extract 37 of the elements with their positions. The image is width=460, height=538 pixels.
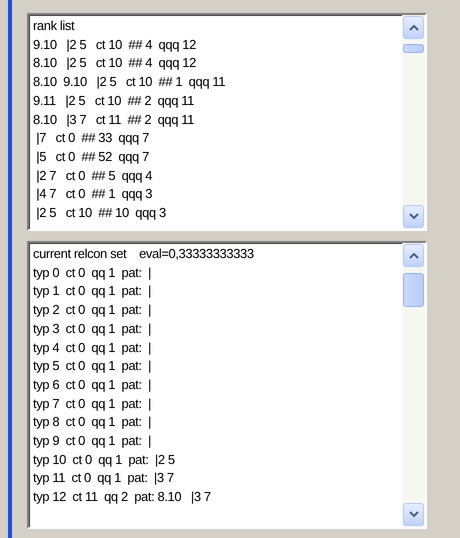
list-line[interactable]: typ 2 ct 0 qq 1 pat: |: [33, 301, 151, 320]
scroll-thumb[interactable]: [403, 273, 424, 307]
chevron-up-icon: [408, 252, 418, 259]
list-line[interactable]: 9.11 |2 5 ct 10 ## 2 qqq 11: [33, 92, 194, 111]
list-line[interactable]: typ 10 ct 0 qq 1 pat: |2 5: [33, 450, 175, 470]
chevron-up-icon: [408, 24, 418, 31]
list-line[interactable]: 8.10 |2 5 ct 10 ## 4 qqq 12: [33, 54, 196, 74]
scroll-down-button[interactable]: [403, 205, 424, 228]
scroll-thumb[interactable]: [403, 44, 424, 53]
scroll-up-button[interactable]: [403, 244, 424, 267]
list-line[interactable]: typ 3 ct 0 qq 1 pat: |: [33, 320, 151, 339]
list-line[interactable]: typ 6 ct 0 qq 1 pat: |: [33, 376, 151, 395]
scrollbar[interactable]: [402, 243, 425, 527]
list-line[interactable]: |2 7 ct 0 ## 5 qqq 4: [33, 166, 152, 186]
list-line[interactable]: typ 4 ct 0 qq 1 pat: |: [33, 338, 151, 358]
list-line[interactable]: typ 7 ct 0 qq 1 pat: |: [33, 394, 151, 414]
chevron-down-icon: [408, 213, 418, 220]
list-line[interactable]: 8.10 |3 7 ct 11 ## 2 qqq 11: [33, 110, 194, 130]
scroll-up-button[interactable]: [403, 16, 424, 39]
list-line[interactable]: typ 12 ct 11 qq 2 pat: 8.10 |3 7: [33, 488, 211, 507]
scrollbar[interactable]: [402, 15, 425, 229]
list-line[interactable]: typ 11 ct 0 qq 1 pat: |3 7: [33, 469, 174, 488]
list-line[interactable]: typ 8 ct 0 qq 1 pat: |: [33, 413, 151, 432]
list-line[interactable]: |7 ct 0 ## 33 qqq 7: [33, 129, 149, 148]
list-line[interactable]: current relcon set eval=0,33333333333: [33, 245, 254, 264]
list-line[interactable]: |5 ct 0 ## 52 qqq 7: [33, 148, 149, 167]
list-line[interactable]: |2 5 ct 10 ## 10 qqq 3: [33, 204, 166, 223]
scroll-down-button[interactable]: [403, 503, 424, 526]
list-line[interactable]: typ 5 ct 0 qq 1 pat: |: [33, 357, 151, 376]
list-line[interactable]: typ 1 ct 0 qq 1 pat: |: [33, 282, 151, 302]
list-line[interactable]: |4 7 ct 0 ## 1 qqq 3: [33, 185, 152, 204]
list-line[interactable]: typ 9 ct 0 qq 1 pat: |: [33, 432, 151, 451]
chevron-down-icon: [408, 511, 418, 518]
list-line[interactable]: 8.10 9.10 |2 5 ct 10 ## 1 qqq 11: [33, 73, 226, 92]
list-line[interactable]: rank list: [33, 17, 74, 36]
list-line[interactable]: 9.10 |2 5 ct 10 ## 4 qqq 12: [33, 36, 196, 54]
list-line[interactable]: typ 0 ct 0 qq 1 pat: |: [33, 264, 151, 282]
